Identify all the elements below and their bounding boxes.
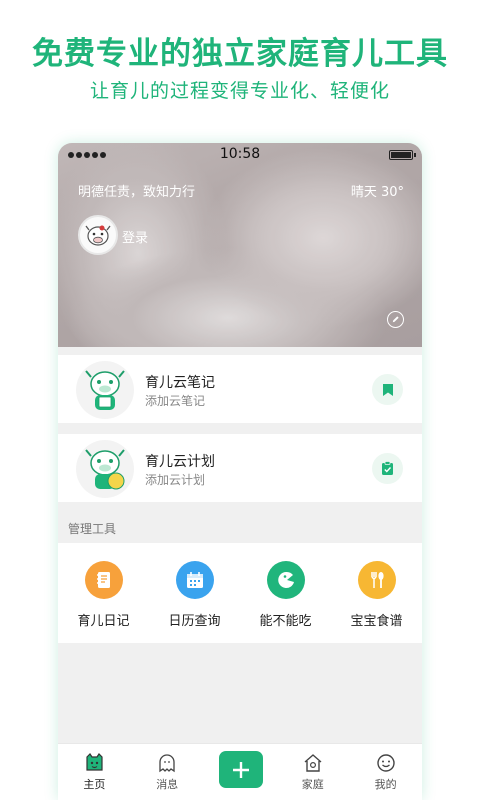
tab-messages[interactable]: 消息: [131, 744, 204, 800]
cow-mascot-icon: [76, 361, 134, 419]
promo-headline: 免费专业的独立家庭育儿工具: [32, 36, 448, 72]
add-plan-button[interactable]: [372, 453, 403, 484]
tool-can-eat[interactable]: 能不能吃: [240, 543, 331, 643]
login-link[interactable]: 登录: [122, 227, 148, 246]
cloud-plan-card[interactable]: 育儿云计划 添加云计划: [58, 434, 422, 502]
plus-icon: [232, 761, 249, 778]
card-description: 添加云计划: [145, 473, 206, 487]
chomp-icon: [267, 561, 305, 599]
tool-diary[interactable]: 育儿日记: [58, 543, 149, 643]
card-title: 育儿云笔记: [145, 375, 215, 391]
avatar[interactable]: [78, 215, 118, 255]
tool-recipes[interactable]: 宝宝食谱: [331, 543, 422, 643]
tool-label: 日历查询: [168, 614, 221, 629]
add-note-button[interactable]: [372, 374, 403, 405]
clipboard-check-icon: [382, 461, 393, 475]
tab-add[interactable]: [204, 744, 277, 800]
tools-section-label: 管理工具: [68, 522, 117, 536]
hero-photo: 10:58 明德任责，致知力行 晴天 30° 登录: [58, 143, 422, 347]
weather-text: 晴天 30°: [350, 185, 404, 200]
cloud-note-card[interactable]: 育儿云笔记 添加云笔记: [58, 355, 422, 423]
calendar-icon: [176, 561, 214, 599]
status-bar: 10:58: [58, 146, 422, 164]
tool-label: 能不能吃: [259, 614, 312, 629]
tab-label: 家庭: [301, 778, 324, 791]
notebook-icon: [85, 561, 123, 599]
status-time: 10:58: [219, 146, 261, 162]
ghost-message-icon: [157, 752, 178, 773]
bookmark-icon: [382, 383, 393, 396]
tab-label: 主页: [83, 778, 106, 791]
tab-profile[interactable]: 我的: [349, 744, 422, 800]
tab-label: 我的: [374, 778, 397, 791]
tab-family[interactable]: 家庭: [276, 744, 349, 800]
pencil-icon: [392, 316, 399, 323]
home-face-icon: [84, 752, 105, 773]
smiley-icon: [375, 752, 396, 773]
tab-home[interactable]: 主页: [58, 744, 131, 800]
cow-avatar-icon: [85, 225, 111, 246]
tab-label: 消息: [156, 778, 179, 791]
card-title: 育儿云计划: [145, 454, 215, 470]
phone-frame: 10:58 明德任责，致知力行 晴天 30° 登录 育儿云笔记 添加云笔记 育儿…: [58, 143, 422, 800]
promo-subline: 让育儿的过程变得专业化、轻便化: [89, 80, 390, 102]
card-description: 添加云笔记: [145, 394, 206, 408]
cow-mascot-plan-icon: [76, 440, 134, 498]
motto-text: 明德任责，致知力行: [78, 185, 196, 200]
tools-grid: 育儿日记 日历查询 能不能吃 宝宝食谱: [58, 543, 422, 643]
add-button[interactable]: [218, 751, 263, 788]
tool-label: 宝宝食谱: [350, 614, 403, 629]
tool-calendar[interactable]: 日历查询: [149, 543, 240, 643]
bottom-tab-bar: 主页 消息 家庭 我的: [58, 743, 422, 800]
battery-icon: [389, 150, 416, 160]
fork-spoon-icon: [358, 561, 396, 599]
house-icon: [302, 752, 323, 773]
edit-cover-button[interactable]: [387, 311, 404, 328]
tool-label: 育儿日记: [77, 614, 130, 629]
